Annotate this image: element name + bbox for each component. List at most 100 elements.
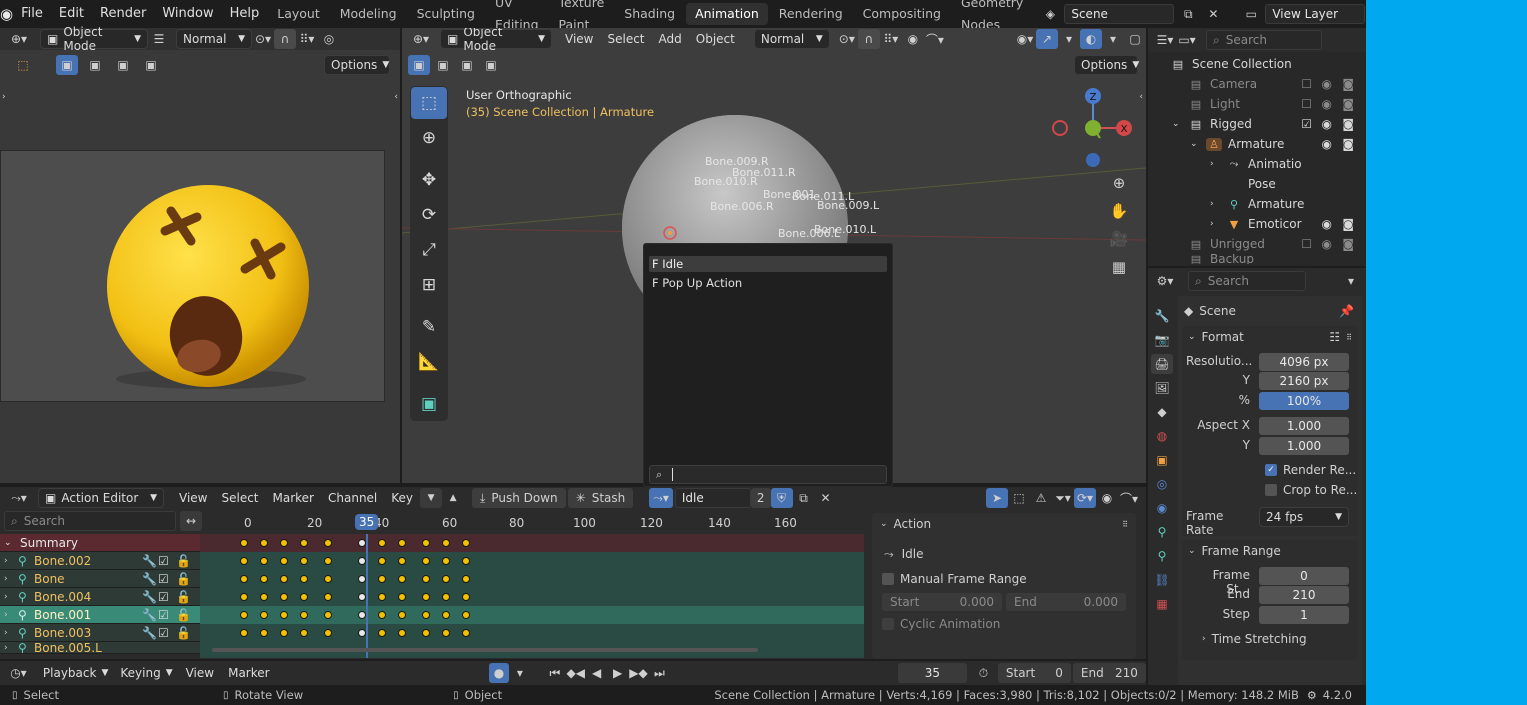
timeline-menu-view[interactable]: View <box>179 666 221 680</box>
keyframe-marker[interactable] <box>398 593 406 601</box>
wrench-icon[interactable]: 🔧 <box>142 626 157 640</box>
camera-icon[interactable]: ◙ <box>1342 97 1354 111</box>
menu-file[interactable]: File <box>13 0 51 28</box>
options-dropdown-icon[interactable]: ▾ <box>1340 271 1362 291</box>
checkbox-checked-icon[interactable]: ☑ <box>158 590 169 604</box>
keyframe-marker[interactable] <box>324 629 332 637</box>
select-box-icon[interactable]: ⬚ <box>12 55 34 75</box>
format-panel-header[interactable]: ⌄ Format ☷ ⠿ <box>1182 326 1358 348</box>
record-dropdown-icon[interactable]: ▾ <box>509 663 530 683</box>
keyframe-marker[interactable] <box>260 539 268 547</box>
frame-range-header[interactable]: ⌄ Frame Range <box>1182 540 1358 562</box>
keyframe-marker[interactable] <box>240 611 248 619</box>
keyframe-marker[interactable] <box>398 557 406 565</box>
channel-bone-005-l[interactable]: › ⚲ Bone.005.L <box>0 642 200 654</box>
keyframe-marker[interactable] <box>358 575 366 583</box>
popup-item-pop-up-action[interactable]: F Pop Up Action <box>649 275 887 291</box>
camera-icon[interactable]: ◙ <box>1342 237 1354 251</box>
drag-handle-icon[interactable]: ⠿ <box>1346 333 1352 342</box>
lock-icon[interactable]: 🔓 <box>176 572 191 586</box>
keyframe-marker[interactable] <box>378 539 386 547</box>
keyframe-marker[interactable] <box>462 629 470 637</box>
popup-item-idle[interactable]: F Idle <box>649 256 887 272</box>
lock-icon[interactable]: 🔓 <box>176 590 191 604</box>
tab-layout[interactable]: Layout <box>268 3 329 25</box>
scene-name-field[interactable]: Scene <box>1064 4 1175 24</box>
keyframe-marker[interactable] <box>300 593 308 601</box>
object-data-tab-icon[interactable]: ⚲ <box>1151 522 1173 542</box>
keyframe-marker[interactable] <box>300 557 308 565</box>
checkbox-checked-icon[interactable]: ☑ <box>158 572 169 586</box>
prev-keyframe-icon[interactable]: ◆◀ <box>565 663 586 683</box>
select-mode-new-icon[interactable]: ▣ <box>56 55 78 75</box>
aspect-y-field[interactable]: 1.000 <box>1259 437 1349 455</box>
select-mode-intersect-icon[interactable]: ▣ <box>140 55 162 75</box>
keyframe-marker[interactable] <box>260 611 268 619</box>
tab-rendering[interactable]: Rendering <box>770 3 852 25</box>
playhead-line[interactable] <box>366 534 368 658</box>
camera-icon[interactable]: ◙ <box>1342 77 1354 91</box>
chevron-right-icon[interactable]: › <box>1210 199 1226 209</box>
eye-icon[interactable]: ◉ <box>1322 217 1332 231</box>
modifier-tab-icon[interactable]: ◎ <box>1151 474 1173 494</box>
keyframe-marker[interactable] <box>240 629 248 637</box>
resolution-x-field[interactable]: 4096 px <box>1259 353 1349 371</box>
wrench-icon[interactable]: 🔧 <box>142 572 157 586</box>
keyframe-marker[interactable] <box>442 557 450 565</box>
keyframe-marker[interactable] <box>422 593 430 601</box>
range-start-field[interactable]: Start 0.000 <box>882 593 1002 611</box>
eye-icon[interactable]: ◉ <box>1322 77 1332 91</box>
texture-tab-icon[interactable]: ▦ <box>1151 594 1173 614</box>
keyframe-marker[interactable] <box>324 575 332 583</box>
keyframe-marker[interactable] <box>280 557 288 565</box>
outliner-item-light[interactable]: ▤ Light ☐ ◉ ◙ <box>1148 94 1366 114</box>
keyframe-marker[interactable] <box>260 575 268 583</box>
action-name-field[interactable]: Idle <box>674 488 751 508</box>
eye-icon[interactable]: ◉ <box>1322 237 1332 251</box>
view-layer-field[interactable]: View Layer <box>1265 4 1366 24</box>
frame-end-field[interactable]: 210 <box>1259 586 1349 604</box>
select-mode-subtract-icon[interactable]: ▣ <box>112 55 134 75</box>
render-region-checkbox[interactable]: ✓ Render Re... <box>1265 463 1356 477</box>
add-cube-tool-icon[interactable]: ▣ <box>411 388 447 420</box>
only-errors-icon[interactable]: ⚠ <box>1030 488 1052 508</box>
keyframe-marker[interactable] <box>442 539 450 547</box>
lock-icon[interactable]: 🔓 <box>176 554 191 568</box>
checkbox-icon[interactable]: ☐ <box>1301 97 1312 111</box>
pin-icon[interactable]: 📌 <box>1339 304 1354 318</box>
editor-type-icon[interactable]: ⊕▾ <box>8 29 30 49</box>
menu-edit[interactable]: Edit <box>51 0 92 28</box>
physics-tab-icon[interactable]: ◉ <box>1151 498 1173 518</box>
outliner-item-unrigged[interactable]: ▤ Unrigged ☐ ◉ ◙ <box>1148 234 1366 254</box>
keyframe-marker[interactable] <box>280 611 288 619</box>
keyframe-marker[interactable] <box>378 575 386 583</box>
menu-window[interactable]: Window <box>154 0 221 28</box>
keyframe-marker[interactable] <box>422 539 430 547</box>
tab-animation[interactable]: Animation <box>686 3 768 25</box>
horizontal-scrollbar[interactable] <box>212 648 758 652</box>
collapse-arrow-icon[interactable]: ‹ <box>394 92 398 102</box>
chevron-down-icon[interactable]: ⌄ <box>1190 139 1206 149</box>
channel-bone-004[interactable]: › ⚲ Bone.004 🔧 ☑ 🔓 <box>0 588 200 606</box>
aspect-x-field[interactable]: 1.000 <box>1259 417 1349 435</box>
action-menu-view[interactable]: View <box>172 491 214 505</box>
tab-sculpting[interactable]: Sculpting <box>408 3 484 25</box>
view-layer-tab-icon[interactable]: 🖼 <box>1151 378 1173 398</box>
show-hidden-icon[interactable]: ⬚ <box>1008 488 1030 508</box>
menu-render[interactable]: Render <box>92 0 154 28</box>
manual-range-checkbox[interactable]: Manual Frame Range <box>872 568 1136 590</box>
record-icon[interactable]: ● <box>488 663 510 683</box>
keyframe-marker[interactable] <box>324 593 332 601</box>
channel-bone[interactable]: › ⚲ Bone 🔧 ☑ 🔓 <box>0 570 200 588</box>
drag-handle-icon[interactable]: ⠿ <box>1122 520 1128 529</box>
checkbox-checked-icon[interactable]: ☑ <box>1301 117 1312 131</box>
checkbox-checked-icon[interactable]: ☑ <box>158 608 169 622</box>
chevron-down-icon[interactable]: ⌄ <box>1172 119 1188 129</box>
outliner-item-rigged[interactable]: ⌄ ▤ Rigged ☑ ◉ ◙ <box>1148 114 1366 134</box>
keyframe-marker[interactable] <box>398 539 406 547</box>
keyframe-marker[interactable] <box>358 611 366 619</box>
keyframe-marker[interactable] <box>442 575 450 583</box>
timeline-end-field[interactable]: End 210 <box>1072 663 1146 683</box>
current-frame-field[interactable]: 35 <box>897 663 967 683</box>
action-panel-header[interactable]: ⌄ Action ⠿ <box>872 513 1136 535</box>
